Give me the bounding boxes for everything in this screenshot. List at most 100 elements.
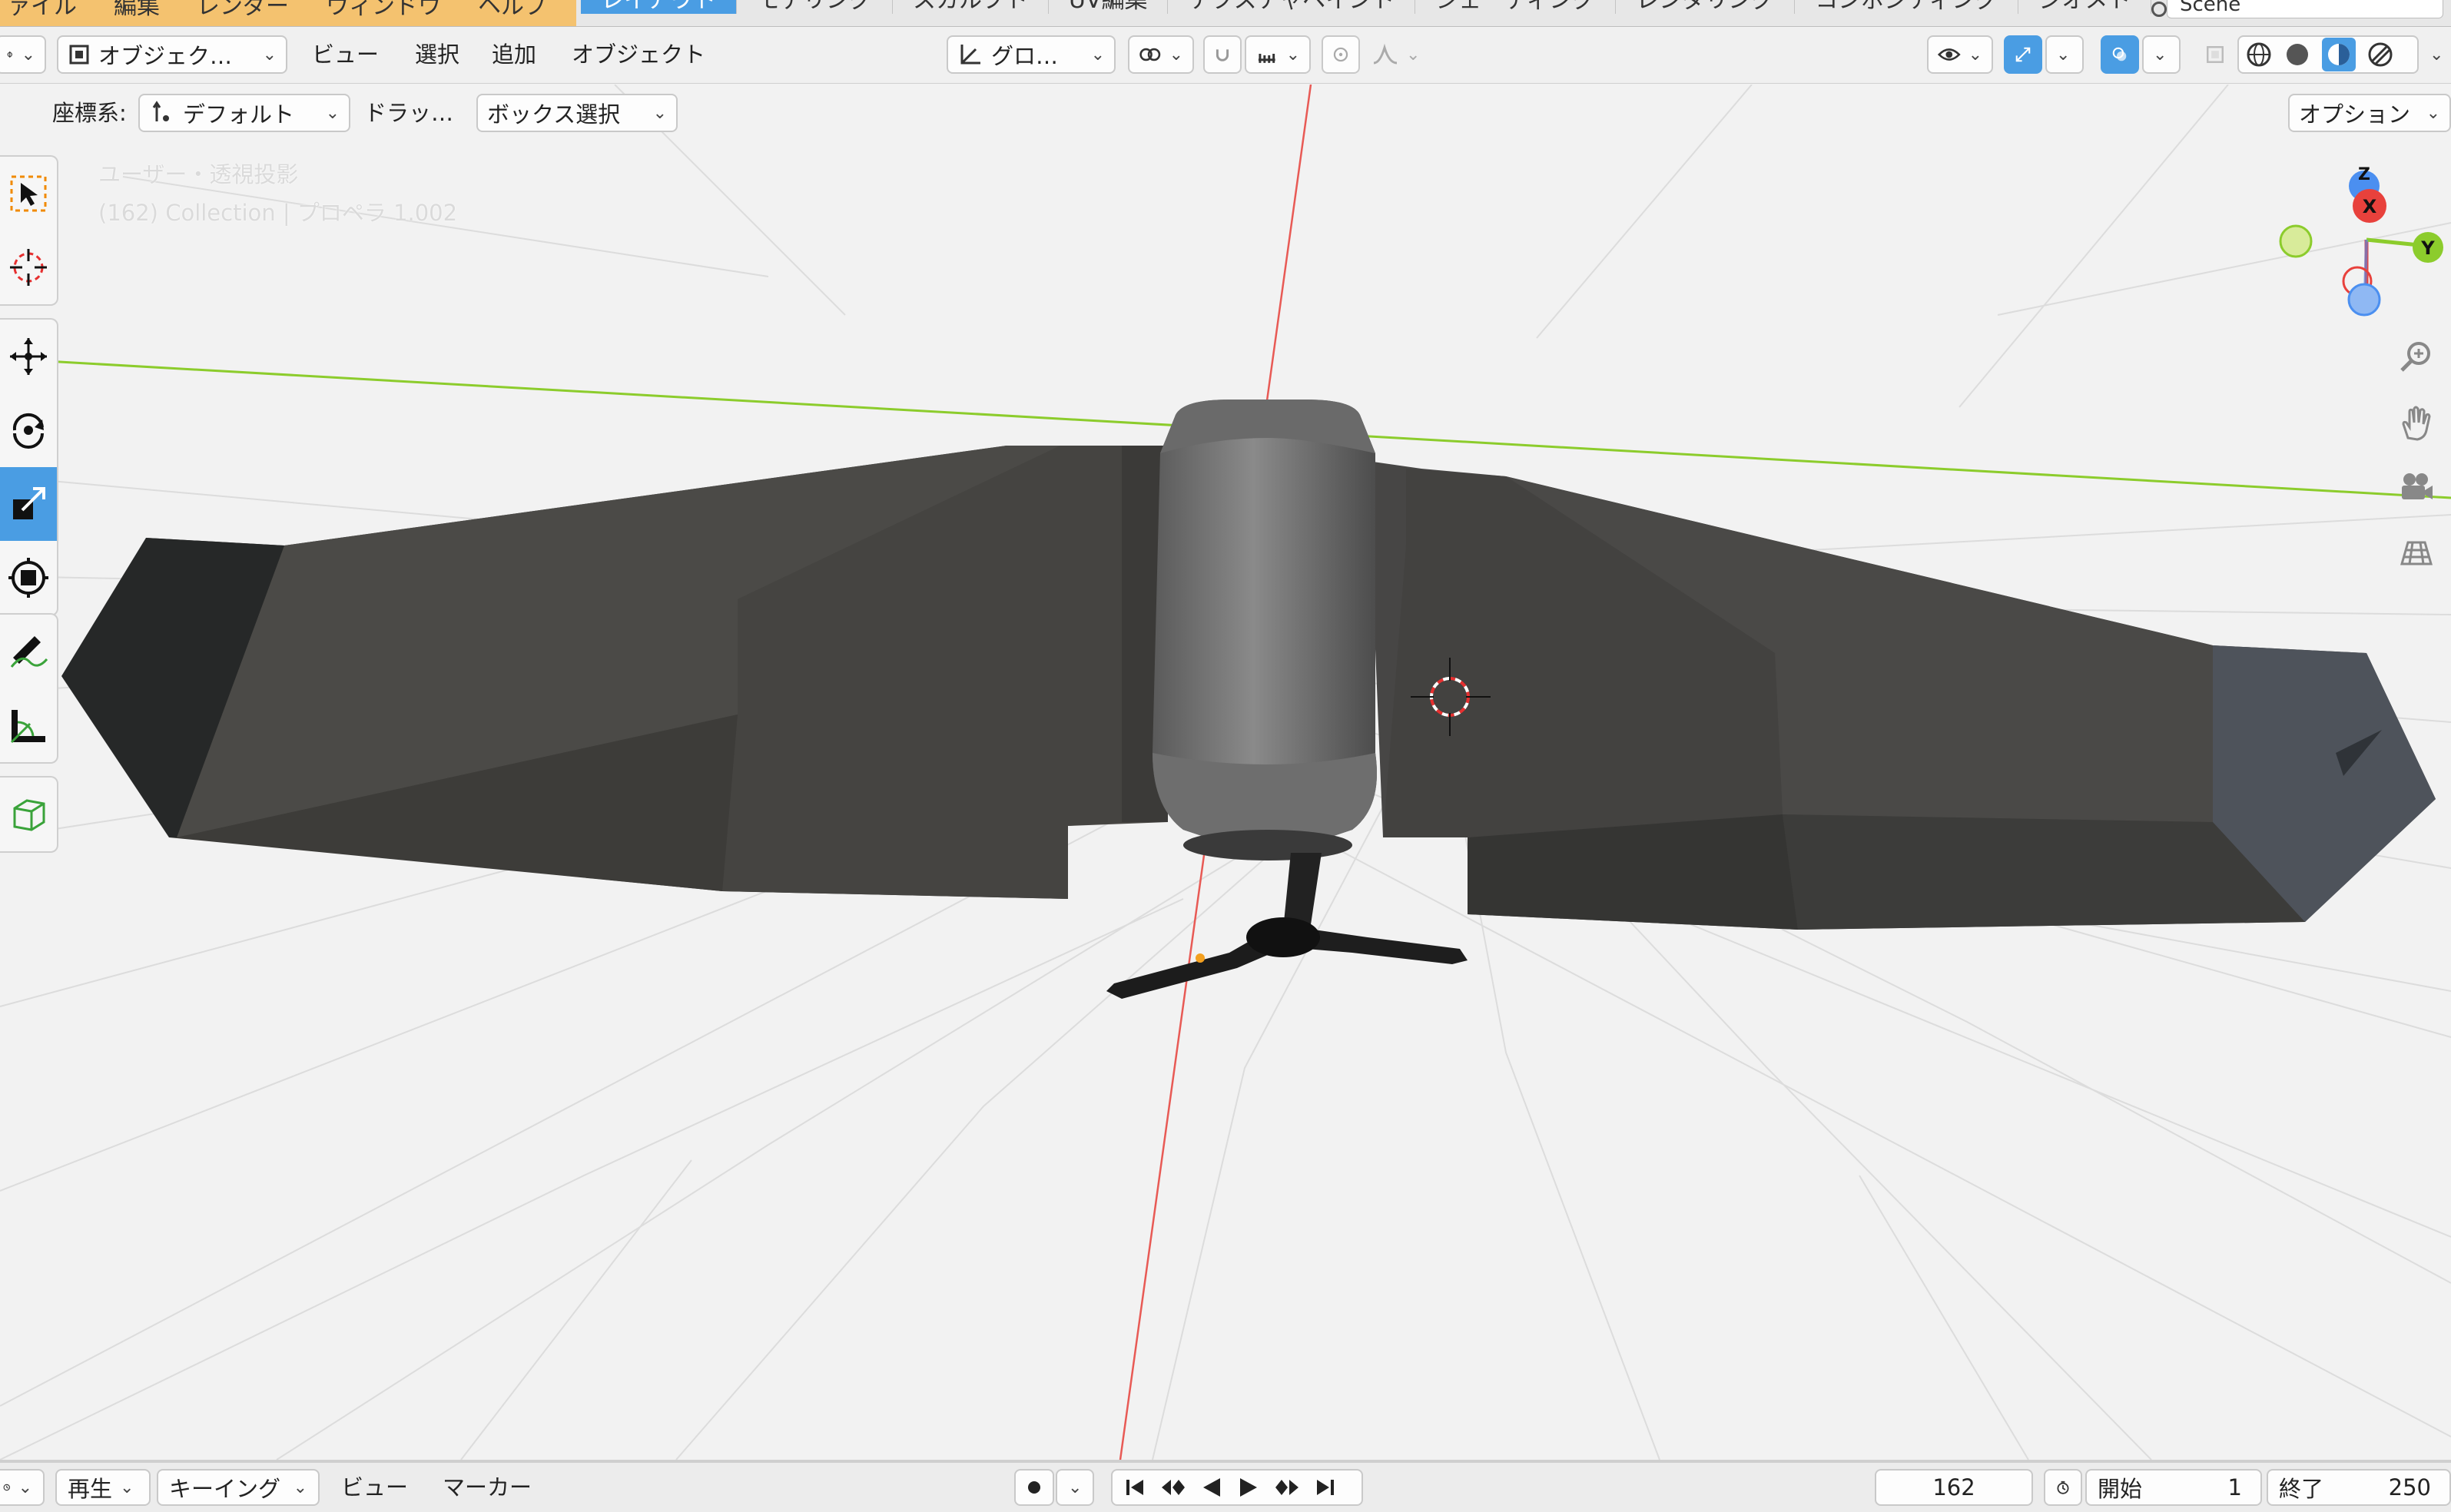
- tab-rendering[interactable]: レンダリング: [1616, 0, 1796, 14]
- rotate-icon: [12, 413, 44, 449]
- chevron-down-icon: ⌄: [1406, 45, 1421, 65]
- chevron-down-icon: ⌄: [2153, 45, 2167, 65]
- menu-add[interactable]: 追加: [492, 35, 536, 74]
- menu-help[interactable]: ヘルプ: [478, 0, 547, 20]
- annotate-tool[interactable]: [0, 615, 57, 688]
- chevron-down-icon: ⌄: [1285, 45, 1300, 65]
- proportional-falloff-button[interactable]: ⌄: [1363, 35, 1434, 74]
- 3d-viewport[interactable]: X Y Z ユーザー・透視投影 (162) Collection | プロペラ …: [0, 85, 2451, 1460]
- scale-tool[interactable]: [0, 467, 57, 541]
- gizmo-toggle[interactable]: [2004, 35, 2042, 74]
- wireframe-shading-icon[interactable]: [2245, 41, 2273, 68]
- coord-system-selector[interactable]: デフォルト ⌄: [138, 94, 350, 132]
- pan-hand-icon[interactable]: [2397, 404, 2436, 443]
- right-wing: [1368, 461, 2436, 930]
- timeline-editor-type[interactable]: ⌄: [0, 1469, 45, 1506]
- next-keyframe-icon[interactable]: [1274, 1477, 1300, 1498]
- start-frame-field[interactable]: 開始 1: [2085, 1469, 2262, 1506]
- play-icon[interactable]: [1237, 1477, 1260, 1498]
- pivot-point-button[interactable]: ⌄: [1128, 35, 1194, 74]
- perspective-toggle-icon[interactable]: [2397, 533, 2436, 572]
- start-label: 開始: [2098, 1476, 2143, 1502]
- snap-target-button[interactable]: ⌄: [1245, 35, 1311, 74]
- chevron-down-icon: ⌄: [262, 45, 277, 65]
- solid-shading-icon[interactable]: [2284, 41, 2311, 68]
- zoom-icon[interactable]: [2397, 338, 2436, 376]
- tab-geometry[interactable]: ジオメト: [2018, 0, 2152, 14]
- gizmo-y-label: Y: [2420, 237, 2435, 259]
- object-info: (162) Collection | プロペラ 1.002: [98, 200, 458, 226]
- proportional-edit-toggle[interactable]: [1322, 35, 1360, 74]
- select-mode-selector[interactable]: ボックス選択 ⌄: [476, 94, 678, 132]
- options-button[interactable]: オプション ⌄: [2288, 94, 2451, 132]
- end-value: 250: [2388, 1474, 2431, 1500]
- overlay-options-button[interactable]: ⌄: [2142, 35, 2181, 74]
- prev-keyframe-icon[interactable]: [1160, 1477, 1186, 1498]
- xray-icon: [2207, 46, 2224, 63]
- menu-edit[interactable]: 編集: [114, 0, 160, 20]
- tab-texture-paint[interactable]: テクスチャペイント: [1168, 0, 1416, 14]
- overlay-icon: [2112, 47, 2127, 61]
- tab-shading[interactable]: シェーディング: [1415, 0, 1617, 14]
- auto-keying-toggle[interactable]: [1014, 1469, 1054, 1506]
- coord-system-label: 座標系:: [52, 100, 127, 126]
- rotate-tool[interactable]: [0, 393, 57, 467]
- snap-toggle[interactable]: [1203, 35, 1242, 74]
- cursor-tool[interactable]: [0, 230, 57, 304]
- tool-group-annotate: [0, 613, 58, 764]
- transform-tool[interactable]: [0, 541, 57, 615]
- menu-view[interactable]: ビュー: [312, 35, 379, 74]
- menu-select[interactable]: 選択: [415, 35, 459, 74]
- tab-sculpt[interactable]: スカルプト: [893, 0, 1049, 14]
- rendered-shading-icon[interactable]: [2366, 41, 2394, 68]
- navigation-gizmo[interactable]: X Y Z: [2279, 165, 2443, 317]
- end-frame-field[interactable]: 終了 250: [2267, 1469, 2451, 1506]
- tab-uv-editing[interactable]: UV編集: [1049, 0, 1169, 14]
- menu-object[interactable]: オブジェクト: [572, 35, 705, 74]
- current-frame-field[interactable]: 162: [1875, 1469, 2033, 1506]
- mode-selector[interactable]: オブジェク… ⌄: [57, 35, 287, 74]
- scene-selector[interactable]: Scene: [2167, 0, 2443, 18]
- shading-options-button[interactable]: ⌄: [2420, 35, 2451, 74]
- visibility-button[interactable]: ⌄: [1927, 35, 1993, 74]
- preview-range-toggle[interactable]: [2044, 1469, 2082, 1506]
- playback-menu[interactable]: 再生 ⌄: [55, 1469, 151, 1506]
- material-preview-icon[interactable]: [2322, 38, 2356, 71]
- falloff-curve-icon: [1373, 43, 1398, 65]
- menu-file[interactable]: ァイル: [8, 0, 77, 20]
- viewport-header: ⌄ オブジェク… ⌄ ビュー 選択 追加 オブジェクト グロ… ⌄ ⌄ ⌄ ⌄ …: [0, 28, 2451, 84]
- move-tool[interactable]: [0, 320, 57, 393]
- tab-layout[interactable]: レイアウト: [581, 0, 737, 14]
- scene-icon[interactable]: [2151, 2, 2167, 17]
- select-box-tool[interactable]: [0, 157, 57, 230]
- menu-window[interactable]: ウィンドウ: [326, 0, 441, 20]
- annotate-pencil-icon: [10, 636, 48, 668]
- auto-keying-options[interactable]: ⌄: [1056, 1469, 1094, 1506]
- add-cube-tool[interactable]: [0, 778, 57, 851]
- editor-type-button[interactable]: ⌄: [0, 35, 46, 74]
- left-wing: [61, 446, 1168, 899]
- menu-render[interactable]: レンダー: [197, 0, 289, 20]
- transform-orientation-selector[interactable]: グロ… ⌄: [947, 35, 1116, 74]
- eye-icon: [1938, 48, 1961, 61]
- mode-label: オブジェク…: [98, 43, 233, 69]
- chevron-down-icon: ⌄: [18, 1477, 32, 1497]
- measure-tool[interactable]: [0, 688, 57, 762]
- tool-group-select: [0, 155, 58, 306]
- snap-increment-icon: [1258, 54, 1275, 63]
- overlay-toggle[interactable]: [2101, 35, 2139, 74]
- keying-menu[interactable]: キーイング ⌄: [157, 1469, 320, 1506]
- gizmo-options-button[interactable]: ⌄: [2045, 35, 2084, 74]
- xray-toggle[interactable]: [2196, 35, 2234, 74]
- timeline-view-menu[interactable]: ビュー: [341, 1469, 408, 1506]
- play-reverse-icon[interactable]: [1200, 1477, 1223, 1498]
- jump-start-icon[interactable]: [1123, 1477, 1146, 1498]
- viewport-scene: X Y Z: [0, 85, 2451, 1460]
- tab-modeling[interactable]: モデリング: [737, 0, 893, 14]
- timeline-marker-menu[interactable]: マーカー: [443, 1469, 532, 1506]
- gizmo-icon: [2015, 47, 2031, 62]
- jump-end-icon[interactable]: [1314, 1477, 1337, 1498]
- camera-view-icon[interactable]: [2397, 469, 2436, 507]
- tab-compositing[interactable]: コンポジティング: [1795, 0, 2019, 14]
- current-frame-value: 162: [1932, 1474, 1975, 1500]
